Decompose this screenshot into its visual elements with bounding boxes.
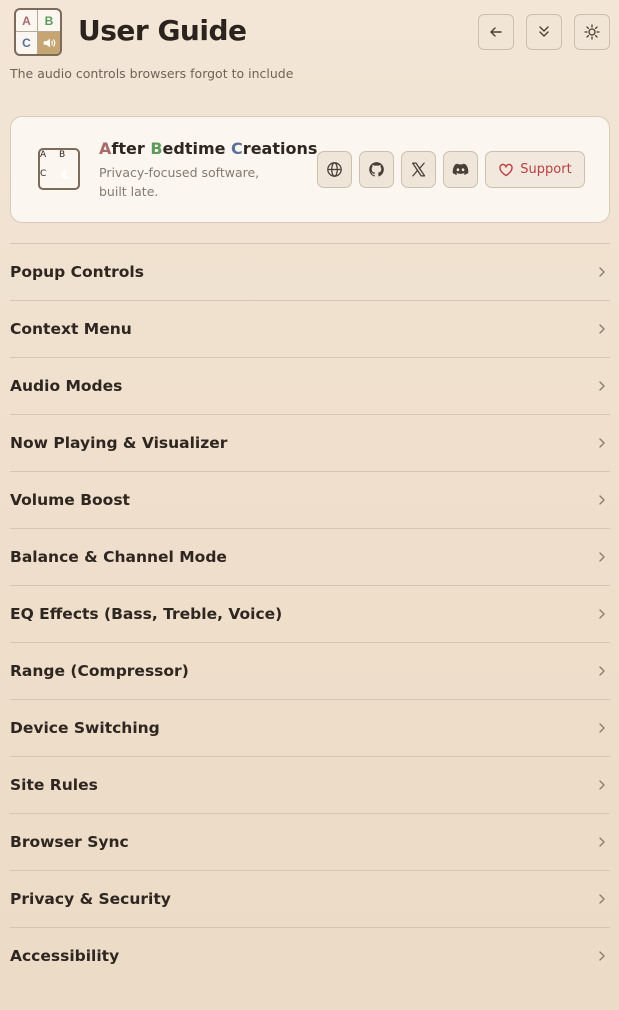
guide-section-row[interactable]: Privacy & Security	[10, 870, 610, 927]
guide-section-row[interactable]: Context Menu	[10, 300, 610, 357]
support-button[interactable]: Support	[485, 151, 585, 188]
brand-card: A B C After Bedtime Creations Privacy-fo…	[10, 116, 610, 223]
guide-sections-list: Popup Controls Context Menu Audio Modes Now…	[10, 243, 610, 984]
chevron-right-icon	[599, 381, 605, 391]
back-button[interactable]	[478, 14, 514, 50]
guide-section-label: Balance & Channel Mode	[10, 548, 227, 566]
chevron-right-icon	[599, 552, 605, 562]
discord-button[interactable]	[443, 151, 478, 188]
guide-section-label: Context Menu	[10, 320, 132, 338]
double-chevron-down-icon	[539, 26, 549, 37]
discord-icon	[452, 163, 469, 175]
brand-initial-a: A	[99, 139, 112, 158]
guide-section-row[interactable]: Accessibility	[10, 927, 610, 984]
brand-word-creations: reations	[242, 139, 318, 158]
chevron-right-icon	[599, 438, 605, 448]
guide-section-row[interactable]: Now Playing & Visualizer	[10, 414, 610, 471]
brand-name: After Bedtime Creations	[99, 139, 317, 158]
github-button[interactable]	[359, 151, 394, 188]
speaker-icon	[38, 32, 60, 54]
logo-letter-a: A	[16, 10, 38, 32]
guide-section-label: Privacy & Security	[10, 890, 171, 908]
guide-section-row[interactable]: Balance & Channel Mode	[10, 528, 610, 585]
chevron-right-icon	[599, 267, 605, 277]
guide-section-row[interactable]: Site Rules	[10, 756, 610, 813]
chevron-right-icon	[599, 780, 605, 790]
brand-word-after: fter	[111, 139, 151, 158]
guide-section-label: Accessibility	[10, 947, 120, 965]
collapse-all-button[interactable]	[526, 14, 562, 50]
page-title: User Guide	[78, 14, 247, 47]
x-icon	[412, 162, 426, 177]
chevron-right-icon	[599, 666, 605, 676]
brand-tagline: Privacy-focused software, built late.	[99, 165, 260, 199]
guide-section-row[interactable]: EQ Effects (Bass, Treble, Voice)	[10, 585, 610, 642]
logo-letter-b: B	[38, 10, 60, 32]
arrow-left-icon	[490, 27, 502, 37]
guide-section-label: EQ Effects (Bass, Treble, Voice)	[10, 605, 283, 623]
guide-section-label: Popup Controls	[10, 263, 144, 281]
heart-icon	[499, 163, 513, 176]
brand-logo-letter-b: B	[59, 150, 66, 160]
guide-section-row[interactable]: Browser Sync	[10, 813, 610, 870]
guide-section-row[interactable]: Volume Boost	[10, 471, 610, 528]
guide-section-label: Volume Boost	[10, 491, 130, 509]
guide-section-label: Site Rules	[10, 776, 98, 794]
chevron-right-icon	[599, 723, 605, 733]
sun-icon	[584, 24, 600, 40]
guide-section-label: Now Playing & Visualizer	[10, 434, 228, 452]
chevron-right-icon	[599, 495, 605, 505]
globe-icon	[327, 162, 342, 177]
guide-section-label: Browser Sync	[10, 833, 129, 851]
guide-section-label: Device Switching	[10, 719, 160, 737]
github-icon	[369, 162, 384, 177]
guide-section-row[interactable]: Audio Modes	[10, 357, 610, 414]
brand-logo-letter-c: C	[40, 169, 47, 179]
guide-section-label: Audio Modes	[10, 377, 123, 395]
chevron-right-icon	[599, 951, 605, 961]
guide-section-row[interactable]: Range (Compressor)	[10, 642, 610, 699]
chevron-right-icon	[599, 894, 605, 904]
chevron-right-icon	[599, 609, 605, 619]
header: A B C User Guide The audio controls brow…	[0, 0, 619, 100]
chevron-right-icon	[599, 837, 605, 847]
support-label: Support	[520, 162, 572, 177]
guide-section-label: Range (Compressor)	[10, 662, 189, 680]
brand-logo: A B C	[38, 148, 80, 190]
website-button[interactable]	[317, 151, 352, 188]
logo-letter-c: C	[16, 32, 38, 54]
chevron-right-icon	[599, 324, 605, 334]
theme-toggle-button[interactable]	[574, 14, 610, 50]
guide-section-row[interactable]: Device Switching	[10, 699, 610, 756]
app-logo: A B C	[14, 8, 62, 56]
moon-icon	[59, 169, 78, 188]
guide-section-row[interactable]: Popup Controls	[10, 243, 610, 300]
brand-logo-letter-a: A	[40, 150, 47, 160]
brand-initial-b: B	[150, 139, 163, 158]
x-button[interactable]	[401, 151, 436, 188]
brand-word-bedtime: edtime	[162, 139, 232, 158]
brand-initial-c: C	[231, 139, 243, 158]
page-subtitle: The audio controls browsers forgot to in…	[10, 66, 294, 81]
